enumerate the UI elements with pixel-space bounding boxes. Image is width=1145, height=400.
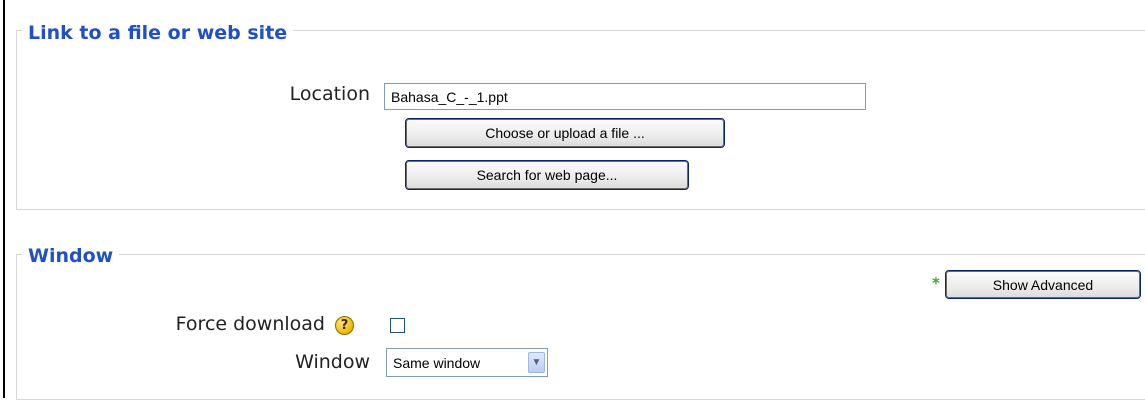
advanced-marker: * (932, 274, 940, 292)
window-select-value: Same window (393, 354, 481, 371)
link-legend: Link to a file or web site (22, 21, 294, 45)
search-web-page-button[interactable]: Search for web page... (405, 160, 689, 190)
window-legend: Window (22, 244, 120, 268)
choose-upload-button[interactable]: Choose or upload a file ... (405, 118, 725, 148)
location-label: Location (289, 83, 370, 105)
window-label: Window (295, 351, 370, 373)
force-download-checkbox[interactable] (390, 318, 405, 333)
force-download-label: Force download (175, 313, 325, 335)
chevron-down-icon[interactable]: ▼ (528, 352, 545, 373)
window-left-border (3, 0, 5, 398)
show-advanced-button[interactable]: Show Advanced (945, 270, 1141, 299)
help-question-icon[interactable]: ? (335, 316, 354, 335)
window-select[interactable]: Same window ▼ (386, 348, 548, 377)
location-input[interactable] (384, 83, 866, 110)
